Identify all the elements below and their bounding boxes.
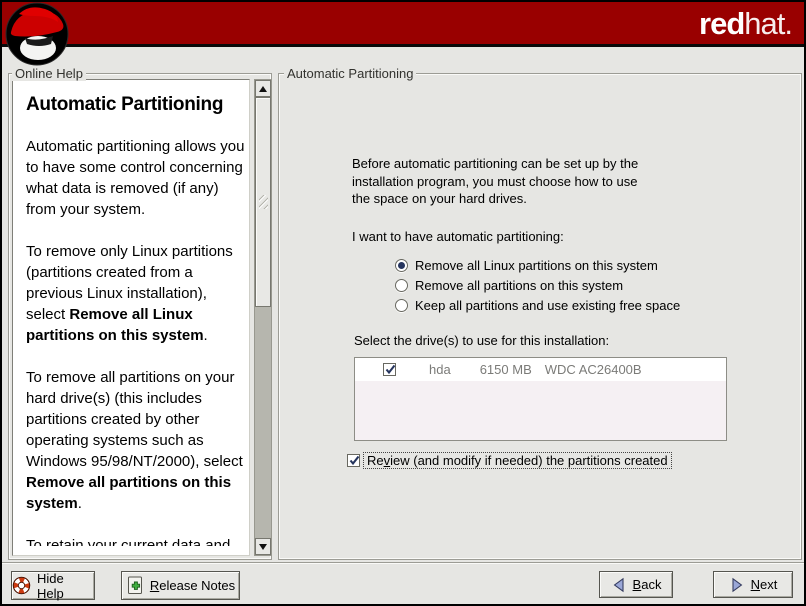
radio-keep-all-partitions[interactable]: Keep all partitions and use existing fre… (395, 298, 680, 313)
brand-rest: hat. (744, 6, 792, 41)
drive-checkbox[interactable] (383, 363, 396, 376)
review-checkbox[interactable] (347, 454, 360, 467)
drive-row-hda[interactable]: hda 6150 MB WDC AC26400B (355, 358, 726, 381)
drives-select-label: Select the drive(s) to use for this inst… (354, 333, 609, 348)
help-paragraph-4-clipped: To retain your current data and (26, 535, 245, 546)
scrollbar-thumb[interactable] (255, 97, 271, 307)
scrollbar-grip-icon (259, 195, 268, 209)
main-frame (278, 73, 802, 560)
radio-button-icon[interactable] (395, 279, 408, 292)
radio-label: Keep all partitions and use existing fre… (415, 298, 680, 313)
arrow-up-icon (259, 86, 267, 92)
intro-text: Before automatic partitioning can be set… (352, 155, 692, 208)
release-notes-button[interactable]: Release Notes (121, 571, 240, 600)
radio-label: Remove all Linux partitions on this syst… (415, 258, 658, 273)
brand-bold: red (699, 6, 744, 41)
back-label: Back (633, 577, 662, 592)
arrow-down-icon (259, 544, 267, 550)
drive-model: WDC AC26400B (545, 362, 642, 377)
back-button[interactable]: Back (599, 571, 673, 598)
radio-remove-all-partitions[interactable]: Remove all partitions on this system (395, 278, 623, 293)
drive-size: 6150 MB (480, 362, 532, 377)
review-checkbox-label[interactable]: Review (and modify if needed) the partit… (363, 452, 672, 469)
help-paragraph-3: To remove all partitions on your hard dr… (26, 367, 245, 514)
redhat-wordmark: redhat. (699, 6, 792, 42)
review-partitions-checkbox-row[interactable]: Review (and modify if needed) the partit… (347, 452, 672, 469)
checkmark-icon (384, 363, 397, 376)
checkmark-icon (348, 454, 361, 467)
scroll-up-button[interactable] (255, 80, 271, 97)
main-frame-label: Automatic Partitioning (284, 66, 416, 81)
drive-list[interactable]: hda 6150 MB WDC AC26400B (354, 357, 727, 441)
next-button[interactable]: Next (713, 571, 793, 598)
scroll-down-button[interactable] (255, 538, 271, 555)
help-title: Automatic Partitioning (26, 94, 239, 116)
radio-button-icon[interactable] (395, 259, 408, 272)
help-text-area[interactable]: Automatic Partitioning Automatic partiti… (12, 79, 250, 556)
release-notes-document-icon (126, 576, 144, 595)
installer-window: redhat. Online Help Automatic Partitioni… (0, 0, 806, 606)
help-paragraph-1: Automatic partitioning allows you to hav… (26, 136, 245, 220)
radio-remove-linux-partitions[interactable]: Remove all Linux partitions on this syst… (395, 258, 658, 273)
next-label: Next (751, 577, 778, 592)
footer-separator (2, 562, 804, 564)
radio-button-icon[interactable] (395, 299, 408, 312)
release-notes-label: Release Notes (150, 578, 235, 593)
help-paragraph-2: To remove only Linux partitions (partiti… (26, 241, 245, 346)
hide-help-button[interactable]: Hide Help (11, 571, 95, 600)
lifebuoy-icon (12, 576, 31, 595)
question-text: I want to have automatic partitioning: (352, 229, 564, 244)
radio-label: Remove all partitions on this system (415, 278, 623, 293)
redhat-shadowman-logo (5, 2, 69, 66)
hide-help-label: Hide Help (37, 571, 94, 601)
back-arrow-icon (611, 577, 627, 593)
header-banner: redhat. (2, 2, 804, 47)
drive-device: hda (429, 362, 451, 377)
next-arrow-icon (729, 577, 745, 593)
help-scrollbar[interactable] (254, 79, 272, 556)
help-frame-label: Online Help (12, 66, 86, 81)
